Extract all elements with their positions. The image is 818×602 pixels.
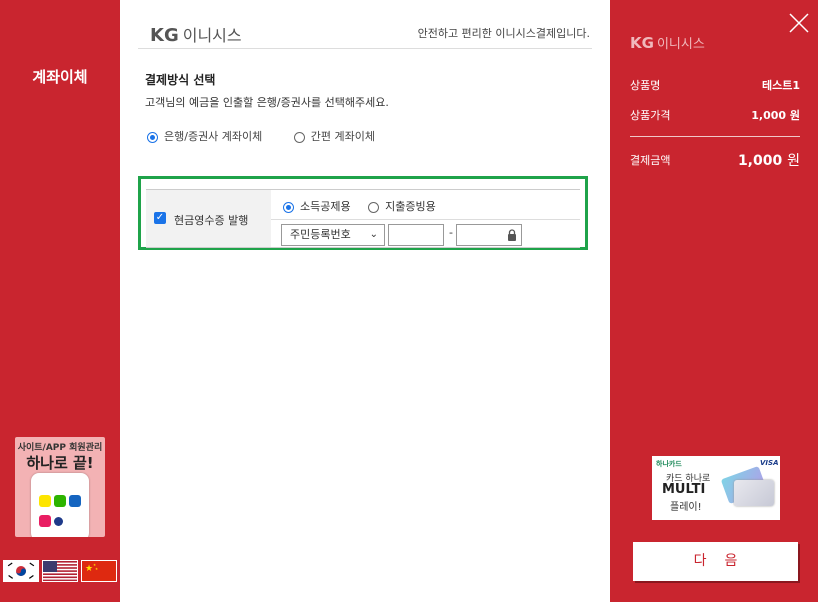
order-summary-panel: KG 이니시스 상품명 테스트1 상품가격 1,000 원 결제금액 1,000 … (610, 0, 818, 602)
cash-receipt-options-cell: 소득공제용 지출증빙용 주민등록번호 ⌄ - (271, 190, 580, 247)
product-price-label: 상품가격 (630, 109, 671, 122)
summary-divider (630, 136, 800, 137)
options-divider (271, 219, 580, 220)
bank-transfer-option[interactable]: 은행/증권사 계좌이체 (147, 128, 262, 144)
id-type-select[interactable]: 주민등록번호 ⌄ (281, 224, 385, 246)
radio-unselected-icon[interactable] (293, 131, 305, 143)
easy-transfer-option[interactable]: 간편 계좌이체 (293, 128, 376, 144)
cash-receipt-table: ✓ 현금영수증 발행 소득공제용 지출증빙용 주민등록번호 ⌄ - (146, 189, 580, 248)
logo-text: 이니시스 (656, 37, 705, 52)
ad-line3: 플레이! (670, 502, 702, 513)
card-image-2 (734, 480, 774, 506)
circle-app-icon (54, 517, 63, 526)
shield-app-icon (69, 495, 81, 507)
pass-app-icon (39, 515, 51, 527)
logo-kg: KG (630, 34, 654, 52)
section-title: 결제방식 선택 (145, 73, 216, 87)
svg-text:★: ★ (85, 564, 93, 574)
total-unit: 원 (787, 153, 800, 169)
cash-receipt-checkbox[interactable]: ✓ (154, 212, 166, 224)
hana-card-ad[interactable]: 하나카드 VISA 카드 하나로 MULTI 플레이! (652, 456, 780, 520)
svg-text:★: ★ (95, 567, 98, 571)
naver-app-icon (54, 495, 66, 507)
radio-unselected-icon[interactable] (368, 201, 380, 213)
close-icon[interactable] (788, 12, 810, 34)
receipt-type-group: 소득공제용 지출증빙용 (283, 198, 464, 214)
next-button[interactable]: 다음 (633, 542, 798, 581)
income-deduction-option[interactable]: 소득공제용 (283, 198, 351, 214)
cash-receipt-label: 현금영수증 발행 (174, 214, 249, 227)
member-management-ad[interactable]: 사이트/APP 회원관리 하나로 끝! (15, 437, 105, 537)
total-label: 결제금액 (630, 154, 671, 167)
header-divider (138, 48, 592, 49)
inicis-logo: KG 이니시스 (630, 33, 705, 52)
product-name-row: 상품명 테스트1 (630, 77, 800, 93)
ad-line2: 하나로 끝! (26, 454, 94, 472)
ad-line2: MULTI (662, 482, 706, 497)
id-number-second-input[interactable] (456, 224, 522, 246)
chevron-down-icon: ⌄ (369, 229, 378, 240)
radio-selected-icon[interactable] (283, 201, 294, 213)
product-price-row: 상품가격 1,000 원 (630, 107, 800, 123)
option-label: 소득공제용 (300, 200, 351, 213)
left-panel: 계좌이체 사이트/APP 회원관리 하나로 끝! ★ ★ ★ (0, 0, 120, 602)
logo-kg: KG (150, 25, 179, 46)
option-label: 은행/증권사 계좌이체 (164, 130, 263, 143)
cash-receipt-label-cell: ✓ 현금영수증 발행 (146, 190, 271, 247)
radio-selected-icon[interactable] (147, 131, 158, 143)
inicis-logo: KG 이니시스 (150, 22, 242, 46)
section-description: 고객님의 예금을 인출할 은행/증권사를 선택해주세요. (145, 96, 389, 109)
id-type-value: 주민등록번호 (290, 228, 351, 241)
china-flag-icon[interactable]: ★ ★ ★ (81, 560, 117, 582)
product-price-value: 1,000 원 (751, 109, 800, 122)
total-row: 결제금액 1,000 원 (630, 150, 800, 170)
visa-logo: VISA (760, 459, 779, 467)
korea-flag-icon[interactable] (3, 560, 39, 582)
lock-icon (508, 229, 516, 241)
language-flags: ★ ★ ★ (3, 560, 117, 582)
id-number-first-input[interactable] (388, 224, 444, 246)
product-name-label: 상품명 (630, 79, 661, 92)
option-label: 지출증빙용 (385, 200, 436, 213)
product-name-value: 테스트1 (761, 79, 800, 92)
phone-illustration (31, 473, 89, 537)
logo-text: 이니시스 (182, 26, 242, 45)
total-value: 1,000 (737, 153, 783, 169)
payment-method-title: 계좌이체 (32, 68, 88, 86)
expense-proof-option[interactable]: 지출증빙용 (368, 198, 436, 214)
tagline: 안전하고 편리한 이니시스결제입니다. (417, 27, 590, 40)
usa-flag-icon[interactable] (42, 560, 78, 582)
payment-form-panel: KG 이니시스 안전하고 편리한 이니시스결제입니다. 결제방식 선택 고객님의 … (120, 0, 610, 602)
option-label: 간편 계좌이체 (310, 130, 376, 143)
kakao-app-icon (39, 495, 51, 507)
id-separator: - (449, 226, 453, 239)
total-amount: 1,000 원 (738, 150, 800, 170)
ad-brand: 하나카드 (656, 460, 682, 468)
payment-option-group: 은행/증권사 계좌이체 간편 계좌이체 (147, 128, 403, 144)
cash-receipt-section: ✓ 현금영수증 발행 소득공제용 지출증빙용 주민등록번호 ⌄ - (138, 176, 588, 250)
